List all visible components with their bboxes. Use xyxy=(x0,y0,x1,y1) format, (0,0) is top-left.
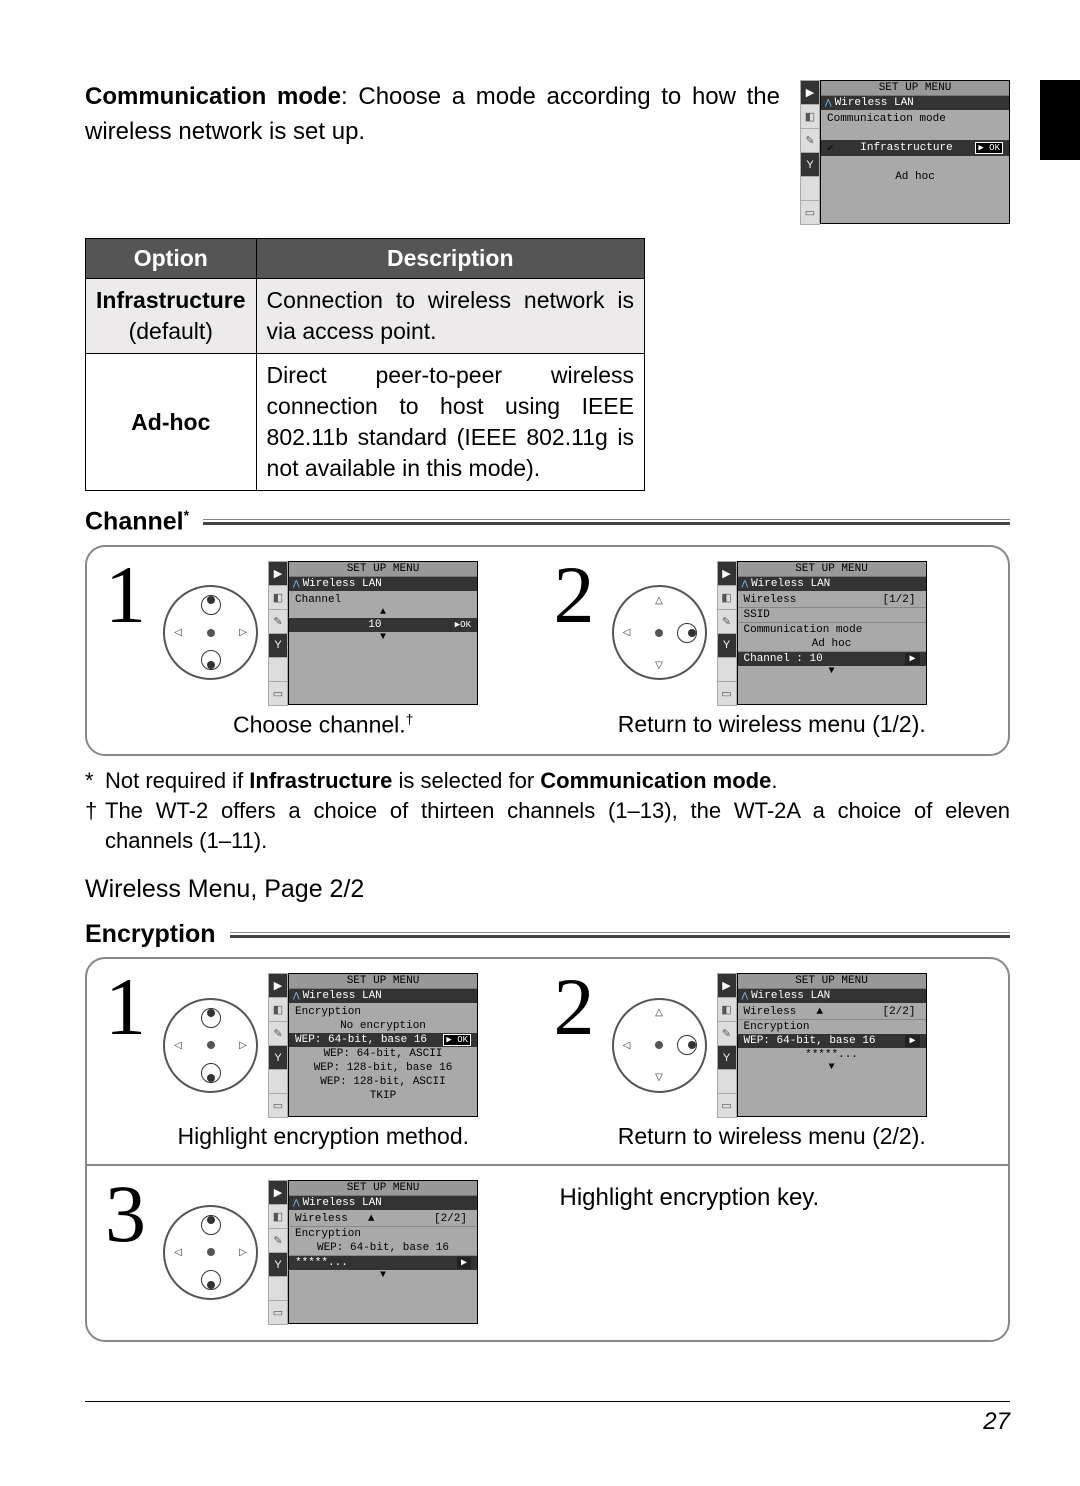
step-caption: Highlight encryption key. xyxy=(560,1180,991,1324)
play-icon: ▶ xyxy=(800,80,820,105)
section-title-channel: Channel* xyxy=(85,507,1010,536)
table-cell-option: Infrastructure(default) xyxy=(86,279,257,354)
multi-selector[interactable]: ▷ ◁ xyxy=(163,998,258,1093)
step-number: 1 xyxy=(105,973,153,1040)
multi-selector[interactable]: ▷ ◁ xyxy=(163,1205,258,1300)
page-content: Communication mode: Choose a mode accord… xyxy=(0,0,1080,1402)
ok-button[interactable]: ▶ OK xyxy=(975,142,1003,154)
edge-tab xyxy=(1040,80,1080,160)
step-number: 2 xyxy=(554,561,602,628)
table-cell-desc: Connection to wireless network is via ac… xyxy=(256,279,644,354)
card-icon: ▭ xyxy=(800,200,820,225)
step-caption: Highlight encryption method. xyxy=(105,1123,542,1150)
lcd-channel-row[interactable]: Channel : 10▶ xyxy=(738,652,926,666)
table-header-option: Option xyxy=(86,239,257,279)
lcd-option-adhoc[interactable]: Ad hoc xyxy=(821,170,1009,184)
channel-steps: 1 ▷ ◁ ▶ ◧ ✎ xyxy=(85,545,1010,757)
channel-step-1: 1 ▷ ◁ ▶ ◧ ✎ xyxy=(105,561,542,739)
camera-icon: ◧ xyxy=(268,585,288,610)
table-cell-desc: Direct peer-to-peer wireless connection … xyxy=(256,354,644,491)
pencil-icon: ✎ xyxy=(268,609,288,634)
encryption-step-3: 3 ▷ ◁ ▶◧✎Y▭ SET UP MENU xyxy=(105,1180,548,1324)
table-header-desc: Description xyxy=(256,239,644,279)
intro-text: Communication mode: Choose a mode accord… xyxy=(85,80,780,224)
multi-selector[interactable]: △ ▽ ◁ xyxy=(612,998,707,1093)
step-number: 1 xyxy=(105,561,153,628)
lcd-communication-mode: ▶ ◧ ✎ Y ▭ SET UP MENU Wireless LAN Commu… xyxy=(800,80,1010,224)
subheader: Wireless Menu, Page 2/2 xyxy=(85,875,1010,904)
card-icon: ▭ xyxy=(268,681,288,706)
encryption-steps: 1 ▷ ◁ ▶◧✎Y▭ SET UP MENU xyxy=(85,957,1010,1342)
play-icon: ▶ xyxy=(268,561,288,586)
encryption-step-1: 1 ▷ ◁ ▶◧✎Y▭ SET UP MENU xyxy=(105,973,542,1150)
step-number: 3 xyxy=(105,1180,153,1247)
camera-icon: ◧ xyxy=(800,104,820,129)
lcd-title: SET UP MENU xyxy=(821,81,1009,96)
page-number: 27 xyxy=(983,1408,1010,1435)
section-title-encryption: Encryption xyxy=(85,920,1010,949)
lcd-option-infrastructure[interactable]: Infrastructure▶ OK xyxy=(821,140,1009,156)
step-caption: Choose channel.† xyxy=(105,711,542,739)
wrench-icon: Y xyxy=(268,633,288,658)
wrench-icon: Y xyxy=(800,152,820,177)
multi-selector[interactable]: △ ▽ ◁ xyxy=(612,585,707,680)
step-caption: Return to wireless menu (2/2). xyxy=(554,1123,991,1150)
table-cell-option: Ad-hoc xyxy=(86,354,257,491)
multi-selector[interactable]: ▷ ◁ xyxy=(163,585,258,680)
step-number: 2 xyxy=(554,973,602,1040)
channel-value[interactable]: 10▶OK xyxy=(289,618,477,632)
step-caption: Return to wireless menu (1/2). xyxy=(554,711,991,738)
footnotes: *Not required if Infrastructure is selec… xyxy=(85,766,1010,855)
encryption-step-2: 2 △ ▽ ◁ ▶◧✎Y▭ SET UP MENU xyxy=(554,973,991,1150)
pencil-icon: ✎ xyxy=(800,128,820,153)
options-table: Option Description Infrastructure(defaul… xyxy=(85,238,645,491)
lcd-subtitle: Wireless LAN xyxy=(821,96,1009,110)
lcd-menu-item: Communication mode xyxy=(821,112,1009,126)
page-footer: 27 xyxy=(85,1401,1010,1436)
channel-step-2: 2 △ ▽ ◁ ▶◧✎Y▭ xyxy=(554,561,991,739)
intro-heading-bold: Communication mode xyxy=(85,83,341,110)
